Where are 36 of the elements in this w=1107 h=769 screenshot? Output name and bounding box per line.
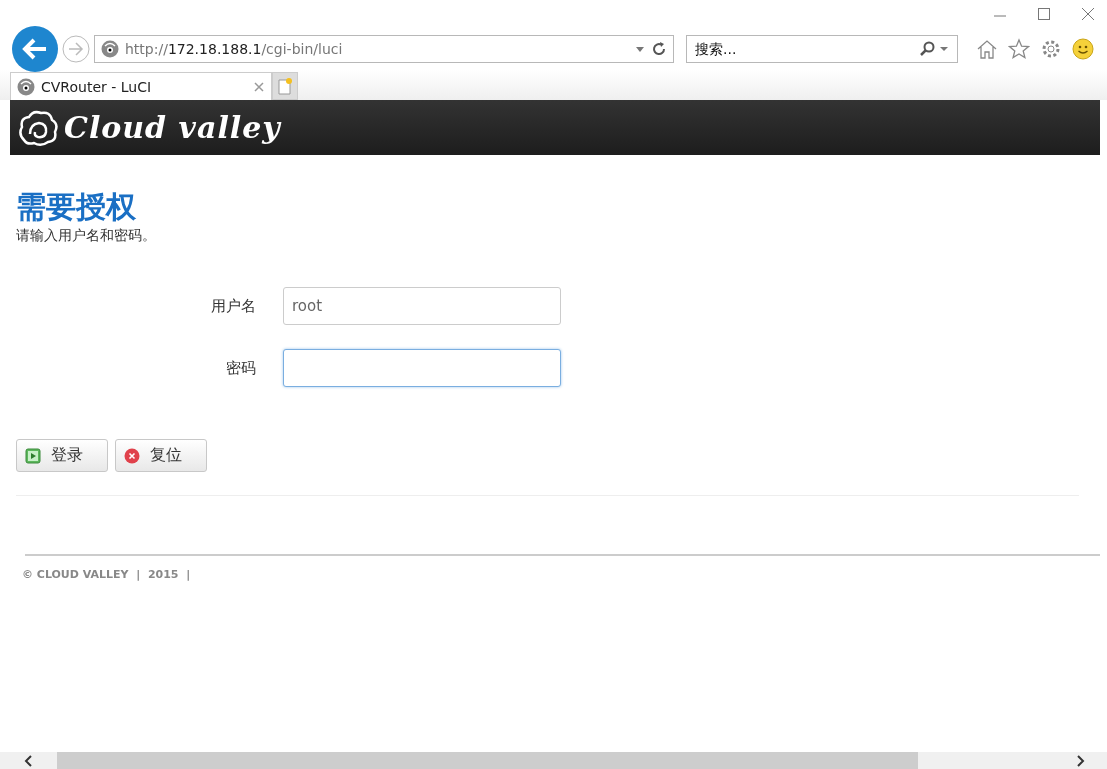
url-text: http://172.18.188.1/cgi-bin/luci — [125, 41, 344, 57]
refresh-icon[interactable] — [651, 41, 667, 57]
login-button[interactable]: 登录 — [16, 439, 108, 472]
horizontal-scrollbar[interactable] — [0, 752, 1107, 769]
address-bar[interactable]: http://172.18.188.1/cgi-bin/luci — [94, 35, 674, 63]
smiley-icon[interactable] — [1072, 38, 1094, 60]
site-icon — [17, 77, 35, 96]
tab-title: CVRouter - LuCI — [41, 78, 153, 95]
home-icon[interactable] — [976, 38, 998, 60]
footer-text: © CLOUD VALLEY | 2015 | — [22, 568, 192, 581]
field-label: 用户名 — [210, 296, 256, 316]
search-icon[interactable] — [920, 41, 950, 57]
reset-button[interactable]: 复位 — [115, 439, 207, 472]
close-icon[interactable] — [253, 80, 265, 93]
scrollbar-thumb[interactable] — [57, 752, 918, 769]
browser-tab[interactable]: CVRouter - LuCI — [10, 72, 272, 100]
site-icon — [101, 40, 119, 58]
page-subtitle: 请输入用户名和密码。 — [16, 227, 157, 245]
back-button[interactable] — [12, 26, 58, 72]
star-icon[interactable] — [1008, 38, 1030, 60]
field-label: 密码 — [225, 358, 256, 378]
close-icon[interactable] — [1081, 7, 1095, 21]
new-page-icon — [277, 77, 293, 95]
new-tab-button[interactable] — [272, 72, 298, 100]
close-icon — [124, 447, 140, 464]
maximize-icon[interactable] — [1037, 7, 1051, 21]
back-arrow-icon — [22, 38, 48, 60]
search-field[interactable]: 搜索... — [686, 35, 958, 63]
dropdown-icon[interactable] — [635, 45, 645, 53]
username-field[interactable]: root — [283, 287, 561, 325]
logo-text: Cloud valley — [64, 110, 281, 145]
play-icon — [25, 447, 41, 464]
settings-icon[interactable] — [1040, 38, 1062, 60]
page-title: 需要授权 — [16, 189, 137, 225]
password-field[interactable] — [283, 349, 561, 387]
forward-icon[interactable] — [62, 35, 90, 63]
